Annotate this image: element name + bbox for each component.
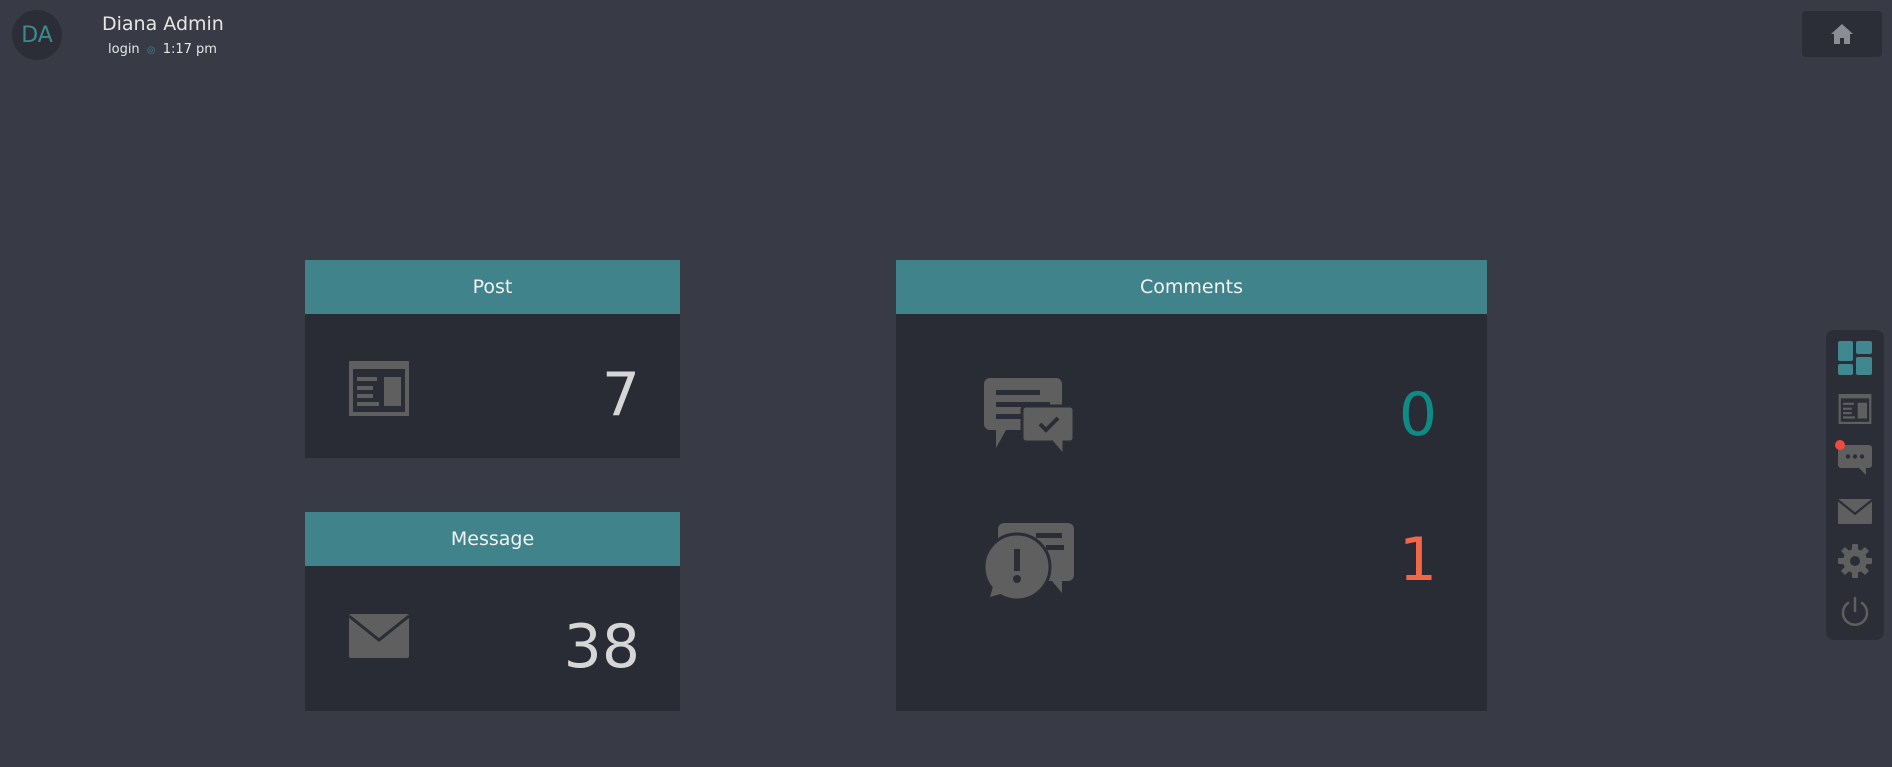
- clock-icon: ◎: [146, 45, 156, 56]
- sidebar-item-posts[interactable]: [1837, 391, 1873, 427]
- notification-dot: [1835, 440, 1845, 450]
- post-card-header: Post: [305, 260, 680, 314]
- home-icon: [1831, 24, 1853, 44]
- envelope-icon: [1838, 498, 1872, 524]
- avatar-initials: DA: [21, 22, 53, 48]
- login-info: login ◎ 1:17 pm: [108, 42, 217, 57]
- message-card: Message 38: [305, 512, 680, 711]
- sidebar-item-messages[interactable]: [1837, 493, 1873, 529]
- message-count: 38: [563, 612, 640, 682]
- newspaper-icon: [1838, 394, 1872, 424]
- user-avatar[interactable]: DA: [12, 10, 62, 60]
- sidebar-item-comments[interactable]: [1835, 440, 1873, 478]
- post-count: 7: [601, 360, 640, 430]
- comments-card: Comments 0 1: [896, 260, 1487, 711]
- user-name: Diana Admin: [102, 13, 224, 35]
- right-sidebar: [1826, 330, 1884, 640]
- newspaper-icon: [349, 361, 409, 416]
- dashboard-icon: [1838, 341, 1872, 375]
- sidebar-item-dashboard[interactable]: [1837, 340, 1873, 376]
- approved-comments-count: 0: [1398, 380, 1437, 450]
- login-label: login: [108, 42, 140, 57]
- home-button[interactable]: [1802, 11, 1882, 57]
- comments-card-header: Comments: [896, 260, 1487, 314]
- sidebar-item-settings[interactable]: [1837, 543, 1873, 579]
- sidebar-item-logout[interactable]: [1837, 594, 1873, 630]
- envelope-icon: [349, 614, 409, 658]
- message-card-header: Message: [305, 512, 680, 566]
- pending-comments-count: 1: [1398, 525, 1437, 595]
- login-time: 1:17 pm: [162, 42, 217, 57]
- gear-icon: [1838, 544, 1872, 578]
- comments-check-icon: [984, 378, 1074, 456]
- post-card: Post 7: [305, 260, 680, 458]
- power-icon: [1841, 596, 1869, 626]
- comments-alert-icon: [984, 523, 1074, 601]
